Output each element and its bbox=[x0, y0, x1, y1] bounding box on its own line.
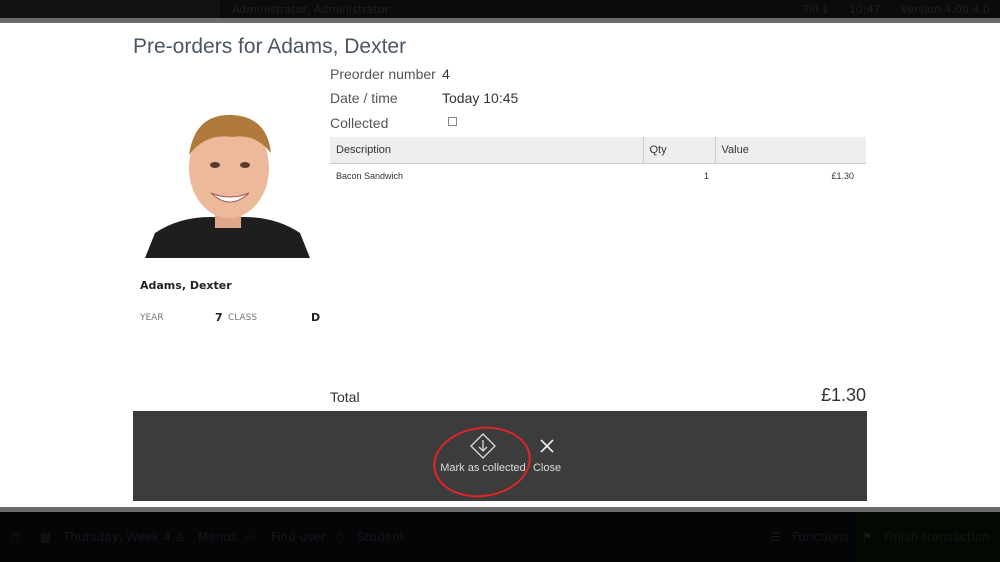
mark-as-collected-button[interactable]: Mark as collected bbox=[440, 433, 526, 474]
column-header-value: Value bbox=[714, 137, 866, 164]
column-header-description: Description bbox=[330, 137, 643, 164]
year-value: 7 bbox=[215, 311, 223, 324]
till-label: Till 1 bbox=[802, 3, 829, 16]
calendar-icon: ▦ bbox=[40, 530, 52, 544]
preorder-number-label: Preorder number bbox=[330, 66, 436, 82]
class-label: CLASS bbox=[228, 313, 258, 323]
logged-in-user: Administrator, Administrator bbox=[232, 3, 389, 16]
top-bar: Administrator, Administrator Till 1 10:4… bbox=[0, 0, 1000, 18]
flag-icon: ⚑ bbox=[862, 530, 873, 544]
power-icon[interactable]: ⏻ bbox=[10, 530, 20, 545]
year-label: YEAR bbox=[140, 313, 164, 323]
item-qty: 1 bbox=[703, 171, 709, 182]
menus-button[interactable]: Menus bbox=[198, 530, 237, 544]
bottom-bar: ⏻ ▦ Thursday, Week 4 ♙ Menus ⚇ Find user… bbox=[0, 512, 1000, 562]
column-header-qty: Qty bbox=[642, 137, 715, 164]
order-items-table: Description Qty Value Bacon Sandwich 1 £… bbox=[330, 137, 866, 189]
finish-transaction-button[interactable]: Finish transaction bbox=[884, 530, 990, 544]
menus-icon: ♙ bbox=[174, 530, 185, 544]
day-label[interactable]: Thursday, Week 4 bbox=[63, 530, 171, 544]
action-bar: Mark as collected Close bbox=[133, 411, 867, 504]
date-label: Date / time bbox=[330, 90, 398, 106]
top-bar-logo-area bbox=[0, 0, 220, 18]
close-icon bbox=[540, 439, 554, 453]
tag-icon: ◇ bbox=[335, 530, 345, 544]
clock: 10:47 bbox=[848, 3, 881, 16]
preorder-number: 4 bbox=[442, 66, 450, 82]
collected-checkbox[interactable] bbox=[448, 117, 457, 126]
class-value: D bbox=[311, 311, 321, 324]
close-button[interactable]: Close bbox=[532, 433, 562, 474]
find-user-button[interactable]: Find user bbox=[271, 530, 326, 544]
collected-label: Collected bbox=[330, 115, 389, 131]
student-name: Adams, Dexter bbox=[140, 279, 232, 292]
close-label: Close bbox=[532, 462, 562, 474]
version-label: Version 4.00.4.0 bbox=[900, 3, 990, 16]
item-description: Bacon Sandwich bbox=[336, 171, 404, 182]
preorders-dialog: Pre-orders for Adams, Dexter Adams, Dext… bbox=[0, 23, 1000, 507]
dialog-title: Pre-orders for Adams, Dexter bbox=[133, 35, 407, 58]
find-user-icon: ⚇ bbox=[245, 530, 256, 544]
table-row[interactable]: Bacon Sandwich 1 £1.30 bbox=[330, 163, 866, 189]
functions-button[interactable]: Functions bbox=[792, 530, 849, 544]
download-diamond-icon bbox=[470, 433, 496, 459]
date-value: Today 10:45 bbox=[442, 90, 519, 106]
item-value: £1.30 bbox=[831, 171, 854, 182]
student-button[interactable]: Student bbox=[357, 530, 404, 544]
total-label: Total bbox=[330, 389, 360, 405]
mark-as-collected-label: Mark as collected bbox=[440, 462, 526, 474]
student-photo bbox=[145, 93, 310, 258]
menu-icon: ☰ bbox=[770, 530, 781, 544]
total-value: £1.30 bbox=[820, 385, 866, 405]
